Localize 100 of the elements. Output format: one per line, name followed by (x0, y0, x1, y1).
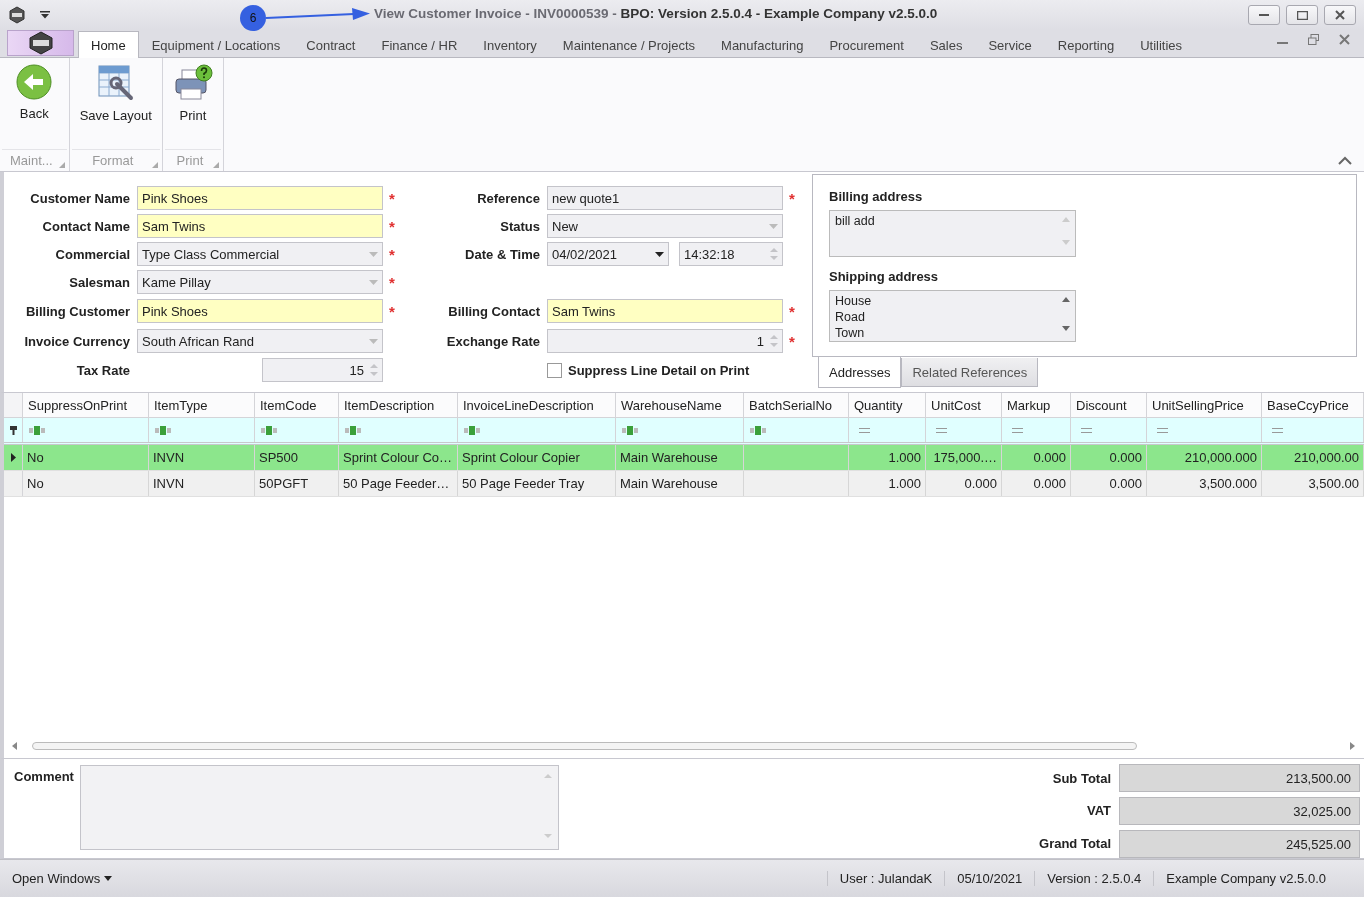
app-menu-button[interactable] (7, 30, 74, 56)
ribbon-button[interactable]: Back (6, 64, 63, 149)
column-header[interactable]: ItemDescription (339, 393, 458, 418)
column-header[interactable]: Markup (1002, 393, 1071, 418)
panel-tab[interactable]: Related References (901, 358, 1039, 387)
scroll-right-icon[interactable] (1350, 742, 1356, 750)
column-header[interactable]: Discount (1071, 393, 1147, 418)
column-header[interactable]: ItemCode (255, 393, 339, 418)
text-filter-icon (345, 425, 361, 435)
column-header[interactable]: Quantity (849, 393, 926, 418)
ribbon-button[interactable]: Save Layout (69, 64, 162, 149)
dropdown-field[interactable]: New (547, 214, 783, 238)
required-mark: * (388, 189, 396, 207)
total-label: VAT (1085, 803, 1111, 819)
column-header[interactable]: BaseCcyPrice (1262, 393, 1364, 418)
field-label: Billing Customer (25, 303, 130, 319)
ribbon-tab[interactable]: Sales (916, 31, 976, 58)
panel-tab[interactable]: Addresses (818, 357, 902, 388)
dropdown-field[interactable]: Type Class Commercial (137, 242, 383, 266)
ribbon-button[interactable]: Print (162, 64, 223, 149)
horizontal-scrollbar[interactable] (12, 740, 1356, 752)
table-cell: 210,000.00 (1293, 450, 1359, 465)
spin-field[interactable]: 1 (547, 329, 783, 353)
column-header[interactable]: WarehouseName (616, 393, 744, 418)
launcher-icon[interactable] (151, 162, 158, 168)
date-field[interactable]: 04/02/2021 (547, 242, 669, 266)
maximize-button[interactable] (1286, 5, 1318, 25)
scroll-left-icon[interactable] (12, 742, 18, 750)
ribbon-tab[interactable]: Service (975, 31, 1045, 58)
ribbon-tab[interactable]: Equipment / Locations (138, 31, 294, 58)
minimize-button[interactable] (1248, 5, 1280, 25)
row-indicator-icon (10, 453, 16, 462)
caret-icon (769, 223, 778, 229)
column-header[interactable]: InvoiceLineDescription (458, 393, 616, 418)
equals-icon (1157, 427, 1168, 433)
ribbon-tab[interactable]: Manufacturing (708, 31, 817, 58)
field-label: Tax Rate (75, 362, 130, 378)
close-icon[interactable] (1339, 34, 1350, 45)
comment-field[interactable] (79, 765, 559, 850)
dropdown-field[interactable]: Kame Pillay (137, 270, 383, 294)
ribbon-tab[interactable]: Procurement (816, 31, 917, 58)
column-header[interactable]: UnitSellingPrice (1147, 393, 1262, 418)
text-field[interactable]: Pink Shoes (137, 186, 383, 210)
field-label: Comment (14, 768, 75, 786)
chevron-up-icon[interactable] (1338, 156, 1352, 165)
ribbon-tab[interactable]: Inventory (470, 31, 550, 58)
filter-pin-icon (9, 425, 17, 435)
launcher-icon[interactable] (58, 162, 65, 168)
column-header[interactable]: ItemType (149, 393, 255, 418)
close-icon (1335, 10, 1345, 20)
column-header[interactable]: SuppressOnPrint (23, 393, 149, 418)
address-field[interactable]: bill add (829, 210, 1076, 257)
column-header[interactable]: UnitCost (926, 393, 1002, 418)
equals-icon (1012, 427, 1023, 433)
close-button[interactable] (1324, 5, 1356, 25)
text-field[interactable]: new quote1 (547, 186, 783, 210)
required-mark: * (788, 332, 796, 350)
text-field[interactable]: Sam Twins (137, 214, 383, 238)
table-cell: Main Warehouse (620, 450, 718, 465)
group-caption: Print (175, 153, 205, 168)
dropdown-arrow-icon[interactable] (40, 11, 50, 19)
field-label: Reference (476, 190, 540, 206)
caret-icon (655, 251, 664, 257)
table-cell: INVN (153, 450, 185, 465)
table-cell: 50 Page Feeder… (343, 476, 450, 491)
printer-help-icon (172, 64, 213, 102)
text-filter-icon (29, 425, 45, 435)
table-cell: 1.000 (888, 450, 921, 465)
table-row[interactable]: No INVN SP500 Sprint Colour Co… Sprint Colour Copier Main Warehouse 1.000 175,000.… 0.000 0.000 210,000.000 210,000.00 (4, 445, 1364, 471)
ribbon-tab[interactable]: Finance / HR (368, 31, 471, 58)
ribbon-tab[interactable]: Contract (293, 31, 369, 58)
ribbon-tab[interactable]: Home (78, 31, 139, 58)
column-header[interactable]: BatchSerialNo (744, 393, 849, 418)
caret-icon (104, 876, 113, 881)
table-row[interactable]: No INVN 50PGFT 50 Page Feeder… 50 Page Feeder Tray Main Warehouse 1.000 0.000 0.000 0.000 3,500.000 3,500.00 (4, 471, 1364, 497)
restore-icon[interactable] (1308, 34, 1319, 45)
table-cell: 0.000 (964, 476, 997, 491)
filter-row[interactable] (4, 418, 1364, 445)
ribbon-tab[interactable]: Maintenance / Projects (549, 31, 709, 58)
launcher-icon[interactable] (212, 162, 219, 168)
spin-field[interactable]: 15 (262, 358, 383, 382)
time-field[interactable]: 14:32:18 (679, 242, 783, 266)
ribbon-tab[interactable]: Reporting (1044, 31, 1128, 58)
text-field[interactable]: Pink Shoes (137, 299, 383, 323)
caret-icon (369, 338, 378, 344)
ribbon-tab[interactable]: Utilities (1127, 31, 1196, 58)
table-cell: Sprint Colour Copier (462, 450, 580, 465)
address-field[interactable]: House Road Town (829, 290, 1076, 342)
required-mark: * (788, 189, 796, 207)
total-label: Grand Total (1039, 836, 1111, 852)
table-cell: 0.000 (1033, 476, 1066, 491)
open-windows-button[interactable]: Open Windows (8, 867, 117, 890)
table-wrench-icon (96, 64, 135, 102)
maximize-icon (1296, 10, 1308, 20)
dropdown-field[interactable]: South African Rand (137, 329, 383, 353)
field-label: Date & Time (464, 246, 540, 262)
minimize-icon (1259, 14, 1269, 16)
window-title: View Customer Invoice - INV0000539 - BPO: Version 2.5.0.4 - Example Company v2.5.0.0 (374, 6, 938, 21)
text-field[interactable]: Sam Twins (547, 299, 783, 323)
checkbox[interactable] (547, 362, 562, 378)
